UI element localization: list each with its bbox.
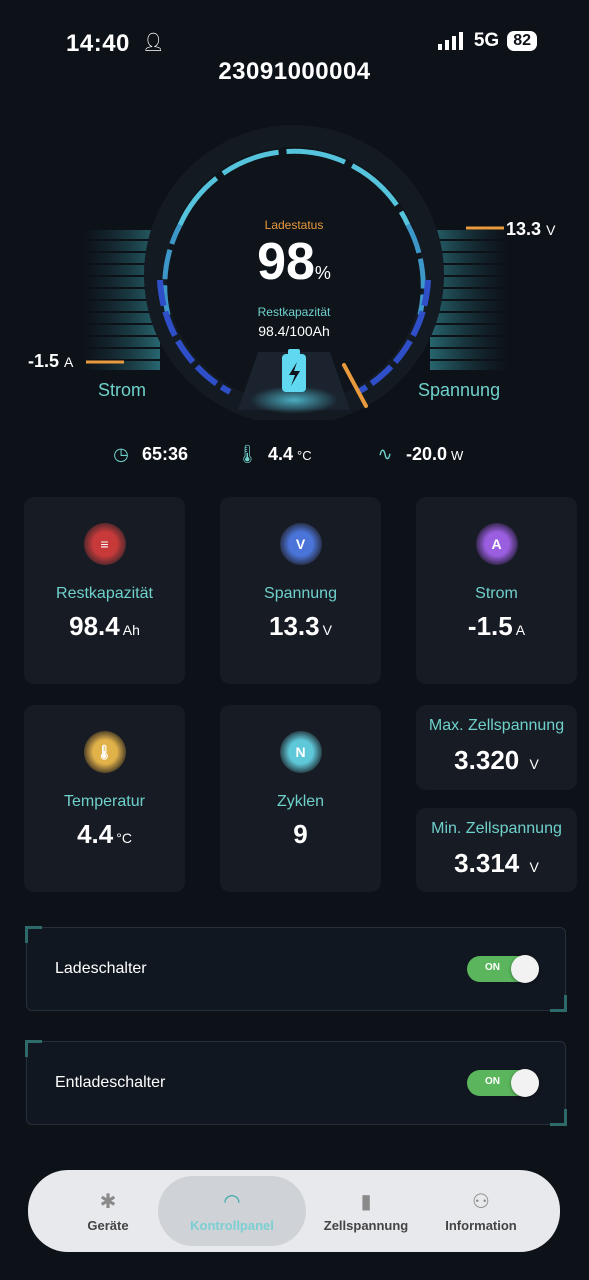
users-icon: ⚇ (472, 1191, 490, 1213)
card-label: Temperatur (64, 793, 145, 810)
person-icon: 👤︎ (142, 32, 165, 52)
power-unit: W (451, 448, 464, 463)
voltage-readout: 13.3 V (506, 219, 555, 240)
temperature-item: 🌡︎ 4.4 °C (236, 444, 312, 465)
toggle-knob (511, 1069, 539, 1097)
ladeschalter-panel: Ladeschalter ON (25, 926, 567, 1012)
battery-icon: ▮ (360, 1191, 372, 1213)
card-value: 98.4 Ah (24, 611, 185, 642)
card-value-number: 3.320 (454, 745, 520, 775)
card-value-unit: V (529, 756, 539, 772)
capacity-icon: ≡ (83, 523, 126, 565)
restkapazitaet-value: 98.4/100Ah (258, 323, 330, 339)
power-item: ∿ -20.0 W (374, 444, 463, 465)
ladeschalter-toggle[interactable]: ON (467, 955, 539, 983)
card-max-zellspannung: Max. Zellspannung 3.320 V (416, 705, 577, 790)
current-readout-value: -1.5 (28, 351, 60, 371)
card-value-unit: A (515, 622, 526, 638)
status-time: 14:40 (66, 30, 130, 57)
runtime-item: ◷ 65:36 (110, 444, 188, 465)
card-strom: A Strom -1.5 A (416, 497, 577, 684)
gauge-center: Ladestatus 98% Restkapazität 98.4/100Ah (194, 218, 394, 339)
entladeschalter-panel: Entladeschalter ON (25, 1040, 567, 1126)
entladeschalter-label: Entladeschalter (55, 1074, 166, 1091)
card-value: 13.3 V (220, 611, 381, 642)
clock-icon: ◷ (113, 444, 129, 464)
ladestatus-label: Ladestatus (264, 218, 324, 232)
device-title: 23091000004 (218, 58, 371, 85)
charge-percent-unit: % (314, 263, 331, 283)
nav-geraete[interactable]: ✱ Geräte (58, 1170, 158, 1252)
card-spannung: V Spannung 13.3 V (220, 497, 381, 684)
panel-corner (550, 1109, 567, 1126)
battery-indicator: 82 (507, 31, 537, 51)
runtime-value: 65:36 (142, 444, 189, 464)
nav-information[interactable]: ⚇ Information (426, 1170, 536, 1252)
cycles-icon: N (279, 731, 322, 773)
card-value: 3.320 V (416, 745, 577, 776)
card-value-unit: °C (116, 830, 132, 846)
card-label: Min. Zellspannung (431, 820, 562, 837)
charge-percent-value: 98 (257, 233, 315, 291)
card-zyklen: N Zyklen 9 (220, 705, 381, 892)
card-value-unit: V (322, 622, 332, 638)
current-readout: -1.5 A (28, 351, 73, 372)
card-value-number: -1.5 (467, 611, 513, 641)
panel-corner (25, 926, 42, 943)
restkapazitaet-label: Restkapazität (257, 305, 331, 319)
panel-corner (25, 1040, 42, 1057)
temperature-value: 4.4 (268, 444, 294, 464)
card-value: -1.5 A (416, 611, 577, 642)
power-wave-icon: ∿ (377, 444, 393, 464)
card-label: Restkapazität (56, 585, 153, 602)
card-value: 3.314 V (416, 848, 577, 879)
charge-percent: 98% (194, 234, 394, 301)
nav-kontrollpanel[interactable]: ◠ Kontrollpanel (158, 1176, 306, 1246)
network-label: 5G (473, 30, 500, 51)
thermometer-icon: 🌡︎ (236, 444, 259, 464)
current-readout-unit: A (64, 354, 74, 370)
card-label: Spannung (264, 585, 337, 602)
card-label: Zyklen (276, 793, 325, 810)
card-value-number: 4.4 (77, 819, 114, 849)
card-value-number: 98.4 (69, 611, 120, 641)
ladeschalter-label: Ladeschalter (55, 960, 147, 977)
card-value-unit: Ah (122, 622, 140, 638)
voltage-icon: V (279, 523, 322, 565)
status-right: 5G 82 (437, 30, 537, 52)
signal-icon (437, 32, 463, 50)
toggle-knob (511, 955, 539, 983)
entladeschalter-toggle[interactable]: ON (467, 1069, 539, 1097)
power-value: -20.0 (406, 444, 448, 464)
voltage-readout-unit: V (546, 222, 556, 238)
nav-label: Geräte (87, 1218, 129, 1233)
card-restkapazitaet: ≡ Restkapazität 98.4 Ah (24, 497, 185, 684)
card-label: Max. Zellspannung (428, 717, 565, 734)
bluetooth-icon: ✱ (99, 1191, 117, 1213)
panel-corner (550, 995, 567, 1012)
card-value-number: 3.314 (454, 848, 520, 878)
card-value: 4.4 °C (24, 819, 185, 850)
temperature-unit: °C (297, 448, 312, 463)
card-min-zellspannung: Min. Zellspannung 3.314 V (416, 808, 577, 892)
nav-zellspannung[interactable]: ▮ Zellspannung (306, 1170, 426, 1252)
card-value-number: 13.3 (269, 611, 320, 641)
nav-label: Kontrollpanel (190, 1218, 274, 1233)
card-label: Strom (475, 585, 518, 602)
card-value: 9 (293, 819, 308, 849)
thermometer-card-icon: 🌡︎ (83, 731, 126, 773)
nav-label: Zellspannung (323, 1218, 409, 1233)
toggle-state: ON (485, 1076, 500, 1087)
card-value-unit: V (529, 859, 539, 875)
strom-gauge-label: Strom (98, 380, 147, 400)
nav-label: Information (445, 1218, 517, 1233)
toggle-state: ON (485, 962, 500, 973)
spannung-gauge-label: Spannung (418, 380, 501, 400)
info-row: ◷ 65:36 🌡︎ 4.4 °C ∿ -20.0 W (0, 444, 589, 470)
card-temperatur: 🌡︎ Temperatur 4.4 °C (24, 705, 185, 892)
bottom-nav: ✱ Geräte ◠ Kontrollpanel ▮ Zellspannung … (28, 1170, 560, 1252)
voltage-readout-value: 13.3 (506, 219, 542, 239)
ampere-icon: A (475, 523, 518, 565)
gauge-icon: ◠ (224, 1191, 240, 1213)
